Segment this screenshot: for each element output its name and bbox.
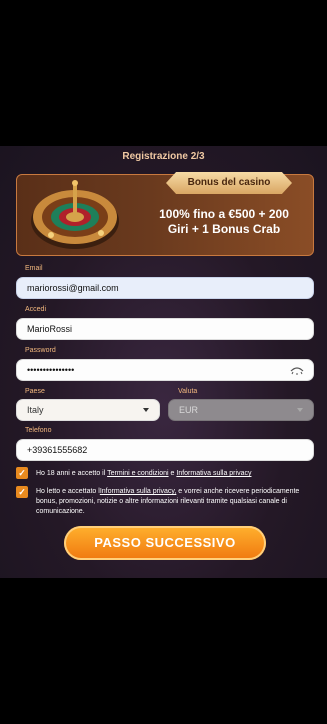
phone-field[interactable]: +39361555682	[16, 439, 314, 461]
country-value: Italy	[27, 405, 44, 415]
offer-line-2: Giri + 1 Bonus Crab	[167, 222, 281, 236]
next-step-button[interactable]: PASSO SUCCESSIVO	[64, 526, 266, 560]
terms-link[interactable]: Termini e condizioni	[107, 470, 168, 477]
age-consent-checkbox[interactable]: ✓	[16, 467, 28, 479]
marketing-consent-checkbox[interactable]: ✓	[16, 486, 28, 498]
password-value: •••••••••••••••	[27, 365, 75, 375]
marketing-consent-prefix: Ho letto e accettato l	[36, 488, 100, 495]
country-label: Paese	[25, 388, 45, 395]
checkmark-icon: ✓	[18, 487, 26, 497]
password-label: Password	[25, 347, 56, 354]
password-field[interactable]: •••••••••••••••	[16, 359, 314, 381]
checkmark-icon: ✓	[18, 468, 26, 478]
page-title: Registrazione 2/3	[122, 151, 205, 162]
eye-icon[interactable]	[290, 365, 304, 375]
country-select[interactable]: Italy	[16, 399, 160, 421]
username-field[interactable]: MarioRossi	[16, 318, 314, 340]
currency-label: Valuta	[178, 388, 198, 395]
currency-select[interactable]: EUR	[168, 399, 314, 421]
email-field[interactable]: mariorossi@gmail.com	[16, 277, 314, 299]
username-label: Accedi	[25, 306, 47, 313]
age-consent-prefix: Ho 18 anni e accetto il	[36, 470, 108, 477]
bonus-badge: Bonus del casino	[166, 172, 292, 194]
age-consent-text: Ho 18 anni e accetto il Termini e condiz…	[36, 469, 308, 479]
roulette-image	[31, 180, 119, 249]
chevron-down-icon	[143, 408, 149, 412]
bonus-offer: 100% fino a €500 + 200 Giri + 1 Bonus Cr…	[148, 207, 300, 237]
marketing-consent-text: Ho letto e accettato lInformativa sulla …	[36, 487, 308, 517]
privacy-link[interactable]: Informativa sulla privacy	[176, 470, 251, 477]
offer-line-1: 100% fino a €500 + 200	[159, 207, 289, 221]
phone-label: Telefono	[25, 427, 52, 434]
currency-value: EUR	[179, 405, 199, 415]
marketing-privacy-link[interactable]: Informativa sulla privacy,	[100, 488, 177, 495]
chevron-down-icon	[297, 408, 303, 412]
email-label: Email	[25, 265, 43, 272]
